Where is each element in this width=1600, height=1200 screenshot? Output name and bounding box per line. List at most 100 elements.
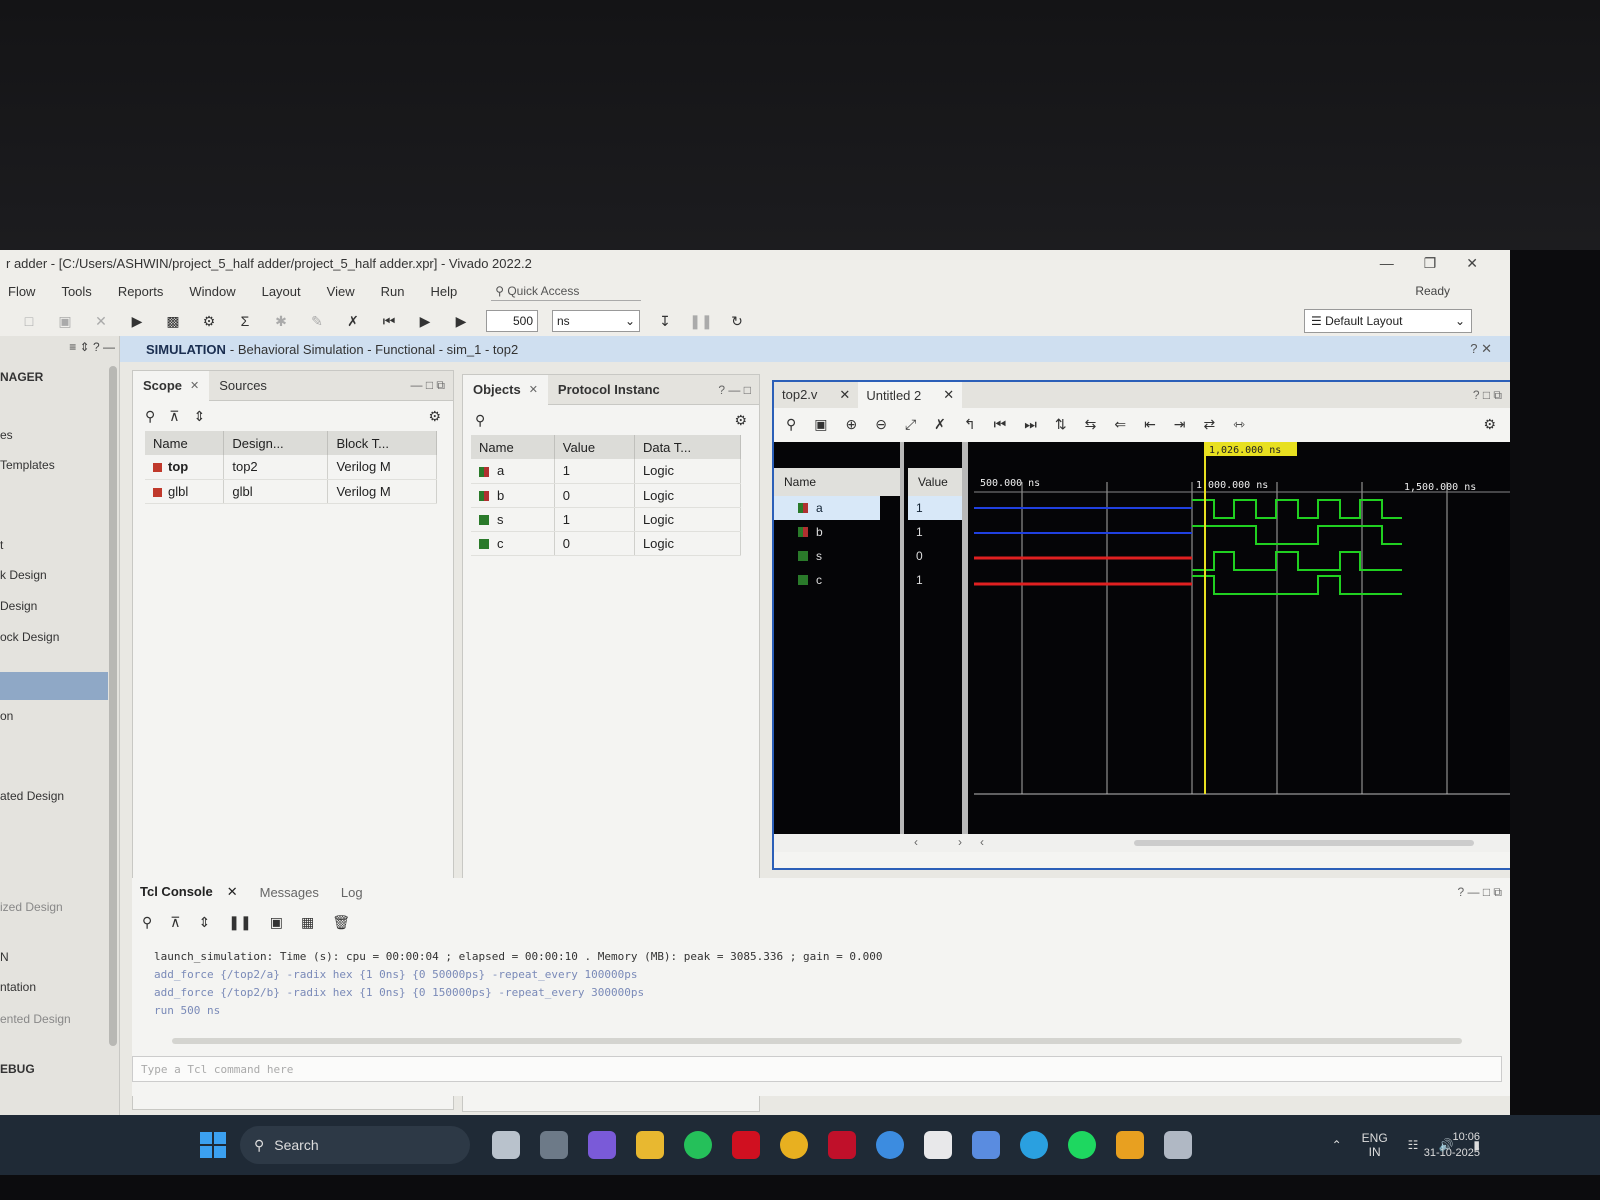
time-unit-select[interactable]: ns ⌄	[552, 310, 640, 332]
expand-all-icon[interactable]: ⇕	[199, 914, 211, 931]
scroll-thumb[interactable]	[1134, 840, 1474, 846]
minimize-button[interactable]: —	[1380, 255, 1394, 272]
netflix-icon[interactable]	[732, 1131, 760, 1159]
next-marker-icon[interactable]: ⇥	[1174, 416, 1186, 433]
expand-all-icon[interactable]: ⇕	[194, 408, 206, 425]
panel-controls[interactable]: ? — □	[718, 383, 751, 397]
mcafee-icon[interactable]	[828, 1131, 856, 1159]
gear-icon[interactable]: ⚙	[1483, 416, 1496, 433]
signal-row[interactable]: c	[774, 568, 900, 592]
menu-reports[interactable]: Reports	[118, 284, 164, 299]
tab-untitled-2[interactable]: Untitled 2 ✕	[858, 382, 963, 408]
nav-item[interactable]: on	[0, 709, 13, 723]
pause-icon[interactable]: ❚❚	[689, 310, 712, 332]
run-all-icon[interactable]: ▶	[414, 310, 436, 332]
nav-item[interactable]: N	[0, 950, 9, 964]
signal-row[interactable]: b	[774, 520, 900, 544]
restart-icon[interactable]: ⏮	[378, 310, 400, 332]
table-icon[interactable]: ▦	[301, 914, 314, 931]
delete-icon[interactable]: ✕	[90, 310, 112, 332]
panel-controls[interactable]: — □ ⧉	[411, 378, 445, 393]
sticky-notes-icon[interactable]	[924, 1131, 952, 1159]
tcl-command-input[interactable]: Type a Tcl command here	[132, 1056, 1502, 1082]
wifi-icon[interactable]: ☷	[1408, 1138, 1419, 1152]
search-icon[interactable]: ⚲	[142, 914, 152, 931]
nav-item[interactable]: ock Design	[0, 630, 59, 644]
column-header[interactable]: Name	[145, 431, 225, 455]
save-icon[interactable]: ▣	[814, 416, 827, 433]
copy-icon[interactable]: ▣	[270, 914, 283, 931]
close-button[interactable]: ✕	[1466, 255, 1478, 272]
menu-view[interactable]: View	[327, 284, 355, 299]
zoom-cursor-icon[interactable]: ✗	[934, 416, 946, 433]
table-row[interactable]: s 1 Logic	[471, 507, 742, 532]
sim-header-controls[interactable]: ? ✕	[1470, 341, 1492, 357]
chevron-left-icon[interactable]: ‹	[914, 835, 918, 849]
panel-controls[interactable]: ? — □ ⧉	[1458, 885, 1503, 900]
panel-controls[interactable]: ? □ ⧉	[1473, 388, 1502, 403]
taskbar-search[interactable]: ⚲ Search	[240, 1126, 470, 1164]
table-row[interactable]: b 0 Logic	[471, 483, 742, 508]
chevron-left-icon[interactable]: ‹	[980, 835, 984, 849]
close-icon[interactable]: ✕	[529, 383, 538, 396]
copy-icon[interactable]: ▣	[54, 310, 76, 332]
store-icon[interactable]	[972, 1131, 1000, 1159]
trash-icon[interactable]: 🗑	[332, 914, 350, 931]
step-icon[interactable]: ↧	[654, 310, 676, 332]
table-row[interactable]: glbl glbl Verilog M	[145, 479, 437, 504]
nav-item[interactable]: ented Design	[0, 1012, 71, 1026]
tab-protocol[interactable]: Protocol Instanc	[548, 375, 670, 405]
nav-item[interactable]: ntation	[0, 980, 36, 994]
chrome-icon[interactable]	[780, 1131, 808, 1159]
search-icon[interactable]: ⚲	[475, 412, 485, 429]
gear-icon[interactable]: ⚙	[428, 408, 441, 425]
nav-item[interactable]: t	[0, 538, 3, 552]
program-icon[interactable]: ▩	[162, 310, 184, 332]
close-icon[interactable]: ✕	[943, 387, 954, 403]
tab-objects[interactable]: Objects ✕	[463, 374, 548, 405]
menu-help[interactable]: Help	[430, 284, 457, 299]
add-marker-icon[interactable]: ⇐	[1114, 416, 1126, 433]
language-indicator[interactable]: ENG IN	[1362, 1131, 1388, 1159]
next-transition-icon[interactable]: ⇆	[1085, 416, 1097, 433]
go-to-end-icon[interactable]: ⏭	[1024, 416, 1037, 433]
table-row[interactable]: top top2 Verilog M	[145, 455, 437, 480]
chevron-right-icon[interactable]: ›	[958, 835, 962, 849]
menu-window[interactable]: Window	[189, 284, 235, 299]
run-icon[interactable]: ▶	[126, 310, 148, 332]
signal-row[interactable]: s	[774, 544, 900, 568]
menu-tools[interactable]: Tools	[61, 284, 91, 299]
time-cursor[interactable]: 1,026.000 ns	[1204, 442, 1297, 794]
close-icon[interactable]: ✕	[190, 379, 199, 392]
spotify-icon[interactable]	[1068, 1131, 1096, 1159]
waveform-canvas[interactable]: 500.000 ns 1,000.000 ns 1,500.000 ns 1,0…	[974, 442, 1510, 834]
column-header[interactable]: Name	[471, 435, 555, 459]
swap-cursor-icon[interactable]: ⇄	[1204, 416, 1216, 433]
nav-item[interactable]: es	[0, 428, 13, 442]
table-row[interactable]: a 1 Logic	[471, 459, 742, 484]
help-icon[interactable]	[876, 1131, 904, 1159]
tab-log[interactable]: Log	[333, 885, 371, 900]
prev-transition-icon[interactable]: ⇅	[1055, 416, 1067, 433]
column-header[interactable]: Data T...	[634, 435, 742, 459]
nav-item[interactable]: ated Design	[0, 789, 64, 803]
tab-sources[interactable]: Sources	[209, 371, 277, 401]
nav-selected-item[interactable]	[0, 672, 108, 700]
menu-layout[interactable]: Layout	[262, 284, 301, 299]
clock[interactable]: 10:06 31-10-2025	[1424, 1129, 1480, 1161]
whatsapp-icon[interactable]	[684, 1131, 712, 1159]
run-time-input[interactable]: 500	[486, 310, 538, 332]
collapse-all-icon[interactable]: ⊼	[169, 408, 179, 425]
collapse-all-icon[interactable]: ⊼	[170, 914, 180, 931]
close-icon[interactable]: ✕	[839, 387, 850, 403]
edge-icon[interactable]	[1020, 1131, 1048, 1159]
nav-item[interactable]: Design	[0, 599, 37, 613]
tab-tcl-console[interactable]: Tcl Console ✕	[132, 884, 246, 900]
layout-select[interactable]: ☰ Default Layout ⌄	[1304, 309, 1472, 333]
pause-icon[interactable]: ❚❚	[228, 914, 251, 931]
file-explorer-icon[interactable]	[636, 1131, 664, 1159]
run-for-icon[interactable]: ▶	[450, 310, 472, 332]
quick-access-input[interactable]: ⚲ Quick Access	[491, 282, 642, 301]
snap-icon[interactable]: ⇿	[1233, 416, 1245, 433]
console-horizontal-scrollbar[interactable]	[172, 1038, 1462, 1044]
